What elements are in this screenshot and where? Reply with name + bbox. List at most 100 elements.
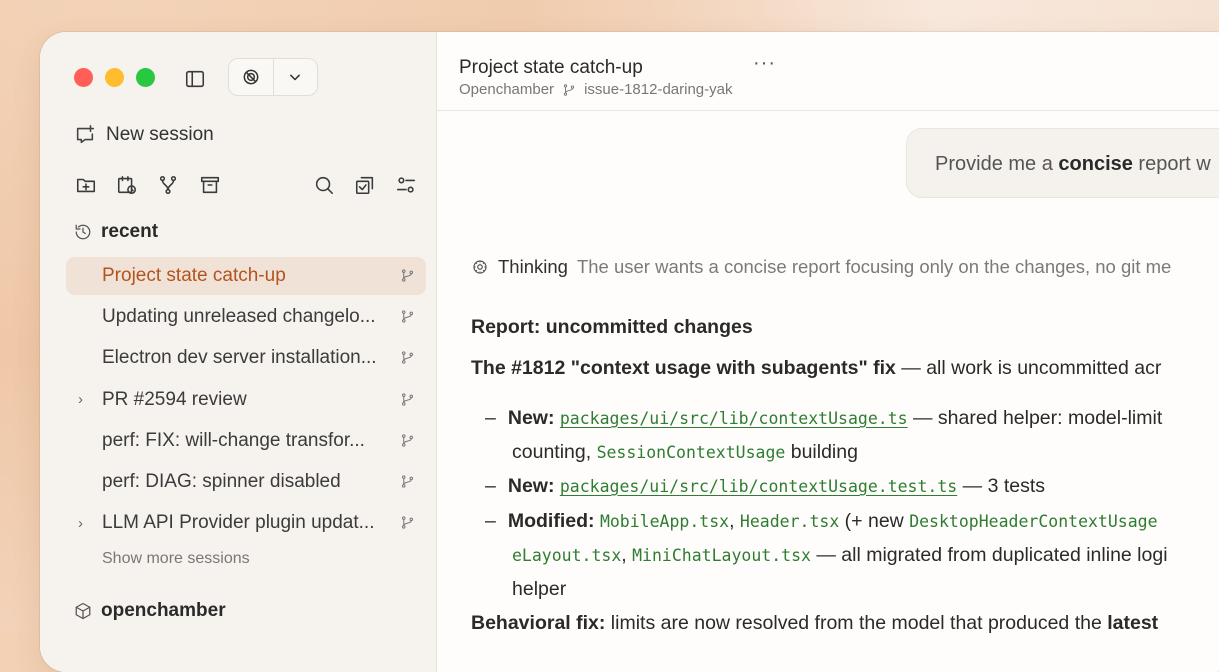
session-item[interactable]: perf: DIAG: spinner disabled bbox=[66, 463, 426, 501]
chevron-down-icon[interactable] bbox=[274, 59, 318, 95]
bullet-dash: – bbox=[485, 510, 496, 532]
session-list: Project state catch-up Updating unrelease… bbox=[66, 257, 426, 545]
separator: , bbox=[621, 544, 633, 566]
bullet-2: – New: packages/ui/src/lib/contextUsage.t… bbox=[471, 475, 1045, 498]
new-folder-icon[interactable] bbox=[73, 172, 99, 198]
bullet-3-cont-2: helper bbox=[512, 578, 567, 600]
code-span: DesktopHeaderContextUsage bbox=[909, 512, 1158, 531]
bullet-text: counting, bbox=[512, 441, 597, 463]
thinking-block[interactable]: Thinking The user wants a concise report… bbox=[471, 256, 1171, 278]
new-session-label: New session bbox=[106, 124, 214, 145]
code-span: MiniChatLayout.tsx bbox=[632, 546, 811, 565]
minimize-window-button[interactable] bbox=[105, 68, 124, 87]
session-title: LLM API Provider plugin updat... bbox=[102, 512, 375, 534]
user-message: Provide me a concise report w bbox=[906, 128, 1219, 198]
session-title: perf: FIX: will-change transfor... bbox=[102, 429, 365, 451]
project-logo-icon[interactable] bbox=[229, 59, 274, 95]
header-divider bbox=[437, 110, 1219, 111]
bullet-label: New: bbox=[507, 407, 555, 429]
bullet-label: New: bbox=[507, 475, 555, 497]
user-text-suffix: report w bbox=[1132, 153, 1211, 175]
separator: , bbox=[729, 510, 740, 532]
maximize-window-button[interactable] bbox=[136, 68, 155, 87]
session-item[interactable]: Electron dev server installation... bbox=[66, 339, 426, 377]
search-icon[interactable] bbox=[311, 172, 337, 198]
thinking-label: Thinking bbox=[498, 256, 568, 277]
git-branch-icon bbox=[400, 433, 416, 449]
sidebar-toggle-icon[interactable] bbox=[182, 66, 208, 92]
window-controls bbox=[74, 68, 155, 87]
git-branch-icon bbox=[400, 268, 416, 284]
recent-section-header[interactable]: recent bbox=[74, 221, 158, 243]
git-branch-icon bbox=[400, 392, 416, 408]
recent-heading: recent bbox=[101, 221, 159, 242]
history-icon bbox=[75, 224, 91, 240]
user-text-prefix: Provide me a bbox=[935, 153, 1059, 175]
code-span: SessionContextUsage bbox=[596, 443, 786, 462]
session-title: Updating unreleased changelo... bbox=[102, 306, 376, 328]
session-item[interactable]: Updating unreleased changelo... bbox=[66, 298, 426, 336]
code-span: MobileApp.tsx bbox=[599, 512, 730, 531]
user-message-text: Provide me a concise report w bbox=[935, 153, 1211, 176]
thinking-icon bbox=[473, 260, 487, 274]
bullet-text: building bbox=[785, 441, 858, 463]
session-title: perf: DIAG: spinner disabled bbox=[102, 470, 341, 492]
code-span: eLayout.tsx bbox=[512, 546, 622, 565]
scheduled-icon[interactable] bbox=[114, 172, 140, 198]
session-subtitle: Openchamber issue-1812-daring-yak bbox=[459, 81, 732, 98]
bullet-text: (+ new bbox=[839, 510, 910, 532]
session-title: PR #2594 review bbox=[102, 388, 247, 410]
bullet-text: — shared helper: model-limit bbox=[907, 407, 1163, 429]
session-item[interactable]: perf: FIX: will-change transfor... bbox=[66, 422, 426, 460]
close-window-button[interactable] bbox=[74, 68, 93, 87]
new-session-button[interactable]: New session bbox=[74, 124, 214, 146]
session-item[interactable]: › LLM API Provider plugin updat... bbox=[66, 504, 426, 542]
branch-name: issue-1812-daring-yak bbox=[584, 81, 733, 98]
code-span: Header.tsx bbox=[739, 512, 840, 531]
filter-settings-icon[interactable] bbox=[393, 172, 419, 198]
bullet-dash: – bbox=[485, 407, 496, 429]
bullet-label: Modified: bbox=[507, 510, 595, 532]
archive-icon[interactable] bbox=[197, 172, 223, 198]
session-title: Project state catch-up bbox=[102, 265, 286, 286]
bullet-text: — all migrated from duplicated inline lo… bbox=[810, 544, 1168, 566]
app-window: New session recent Project state catch-u… bbox=[40, 32, 1219, 672]
project-switcher[interactable] bbox=[228, 58, 318, 96]
bullet-1-cont: counting, SessionContextUsage building bbox=[512, 441, 858, 464]
behavioral-fix: Behavioral fix: limits are now resolved … bbox=[471, 612, 1158, 635]
project-heading: openchamber bbox=[101, 600, 226, 621]
fix-rest: — all work is uncommitted acr bbox=[895, 357, 1162, 379]
bullet-1: – New: packages/ui/src/lib/contextUsage.t… bbox=[471, 407, 1162, 430]
user-text-bold: concise bbox=[1058, 153, 1133, 175]
more-options-button[interactable]: ··· bbox=[753, 52, 776, 75]
session-item[interactable]: › PR #2594 review bbox=[66, 381, 426, 419]
fix-summary: The #1812 "context usage with subagents"… bbox=[471, 357, 1161, 380]
git-branch-icon bbox=[400, 350, 416, 366]
sidebar: New session recent Project state catch-u… bbox=[40, 32, 437, 672]
git-branch-icon bbox=[563, 83, 575, 96]
session-title: Electron dev server installation... bbox=[102, 347, 377, 369]
project-name: Openchamber bbox=[459, 81, 555, 98]
chevron-right-icon[interactable]: › bbox=[78, 515, 88, 532]
multi-select-icon[interactable] bbox=[352, 172, 378, 198]
bullet-3: – Modified: MobileApp.tsx, Header.tsx (+ … bbox=[471, 510, 1158, 533]
new-session-icon bbox=[76, 125, 95, 144]
session-title: Project state catch-up bbox=[459, 57, 643, 78]
fix-title: The #1812 "context usage with subagents"… bbox=[471, 357, 896, 379]
thinking-text: The user wants a concise report focusing… bbox=[576, 256, 1172, 277]
git-branch-icon bbox=[400, 474, 416, 490]
bullet-dash: – bbox=[485, 475, 496, 497]
file-link[interactable]: packages/ui/src/lib/contextUsage.ts bbox=[560, 409, 908, 428]
bullet-text: — 3 tests bbox=[957, 475, 1046, 497]
git-branch-icon bbox=[400, 309, 416, 325]
package-icon bbox=[75, 602, 91, 620]
session-item[interactable]: Project state catch-up bbox=[66, 257, 426, 295]
chevron-right-icon[interactable]: › bbox=[78, 391, 88, 408]
show-more-sessions-link[interactable]: Show more sessions bbox=[102, 550, 250, 568]
fork-icon[interactable] bbox=[155, 172, 181, 198]
report-heading: Report: uncommitted changes bbox=[471, 316, 753, 338]
bullet-3-cont: eLayout.tsx, MiniChatLayout.tsx — all mi… bbox=[512, 544, 1168, 567]
git-branch-icon bbox=[400, 515, 416, 531]
file-link[interactable]: packages/ui/src/lib/contextUsage.test.ts bbox=[560, 477, 957, 496]
project-section-header[interactable]: openchamber bbox=[74, 600, 226, 622]
